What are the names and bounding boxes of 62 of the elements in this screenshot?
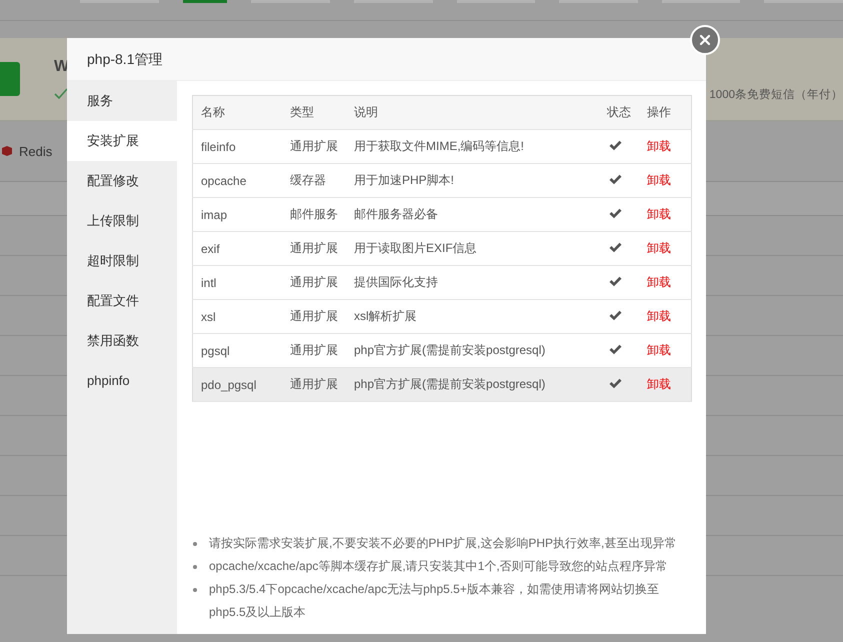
dialog-title: php-8.1管理	[67, 38, 706, 81]
uninstall-link[interactable]: 卸载	[647, 207, 671, 221]
sidebar-item[interactable]: phpinfo	[67, 361, 177, 401]
column-header: 操作	[639, 96, 692, 130]
table-row[interactable]: xsl 通用扩展 xsl解析扩展 卸载	[192, 300, 692, 334]
table-cell: 通用扩展	[282, 300, 346, 334]
table-cell: php官方扩展(需提前安装postgresql)	[346, 368, 599, 402]
app-label[interactable]: Redis	[19, 144, 52, 158]
sidebar-item[interactable]: 安装扩展	[67, 121, 177, 161]
table-cell: fileinfo	[192, 130, 282, 164]
uninstall-link[interactable]: 卸载	[647, 241, 671, 255]
table-row[interactable]: exif 通用扩展 用于读取图片EXIF信息 卸载	[192, 232, 692, 266]
table-cell: 邮件服务	[282, 198, 346, 232]
uninstall-link[interactable]: 卸载	[647, 139, 671, 153]
table-cell: opcache	[192, 164, 282, 198]
action-button[interactable]	[0, 62, 20, 96]
uninstall-link[interactable]: 卸载	[647, 343, 671, 357]
sidebar-item[interactable]: 服务	[67, 81, 177, 121]
sidebar-item[interactable]: 上传限制	[67, 201, 177, 241]
uninstall-link[interactable]: 卸载	[647, 309, 671, 323]
uninstall-link[interactable]: 卸载	[647, 173, 671, 187]
column-header: 名称	[192, 96, 282, 130]
sidebar-item[interactable]: 禁用函数	[67, 321, 177, 361]
table-cell: pdo_pgsql	[192, 368, 282, 402]
note-text: opcache/xcache/apc等脚本缓存扩展,请只安装其中1个,否则可能导致您的站点程序异常	[209, 558, 668, 575]
table-cell: 用于获取文件MIME,编码等信息!	[346, 130, 599, 164]
table-cell: 通用扩展	[282, 368, 346, 402]
table-cell: 提供国际化支持	[346, 266, 599, 300]
banner-note: 1000条免费短信（年付）	[709, 88, 843, 102]
sidebar-item[interactable]: 超时限制	[67, 241, 177, 281]
check-icon	[54, 88, 68, 100]
table-cell: xsl	[192, 300, 282, 334]
table-cell: 邮件服务器必备	[346, 198, 599, 232]
table-cell: 通用扩展	[282, 232, 346, 266]
column-header: 类型	[282, 96, 346, 130]
sidebar-item[interactable]: 配置修改	[67, 161, 177, 201]
uninstall-link[interactable]: 卸载	[647, 275, 671, 289]
column-header: 说明	[346, 96, 599, 130]
table-cell: 通用扩展	[282, 130, 346, 164]
bullet-icon	[193, 588, 197, 592]
table-cell: 缓存器	[282, 164, 346, 198]
table-row[interactable]: imap 邮件服务 邮件服务器必备 卸载	[192, 198, 692, 232]
close-button[interactable]	[690, 25, 720, 55]
sidebar-item[interactable]: 配置文件	[67, 281, 177, 321]
table-cell: xsl解析扩展	[346, 300, 599, 334]
table-cell: intl	[192, 266, 282, 300]
note-text: 请按实际需求安装扩展,不要安装不必要的PHP扩展,这会影响PHP执行效率,甚至出现异常	[209, 535, 676, 552]
table-cell: 用于加速PHP脚本!	[346, 164, 599, 198]
bullet-icon	[193, 565, 197, 569]
table-cell: 通用扩展	[282, 266, 346, 300]
table-row[interactable]: opcache 缓存器 用于加速PHP脚本! 卸载	[192, 164, 692, 198]
table-cell: 用于读取图片EXIF信息	[346, 232, 599, 266]
table-row[interactable]: fileinfo 通用扩展 用于获取文件MIME,编码等信息! 卸载	[192, 130, 692, 164]
bullet-icon	[193, 542, 197, 546]
table-row[interactable]: pdo_pgsql 通用扩展 php官方扩展(需提前安装postgresql) 卸载	[192, 368, 692, 402]
note-text: php5.3/5.4下opcache/xcache/apc无法与php5.5+版本兼容，如需使用请将网站切换至php5.5及以上版本	[209, 581, 660, 621]
table-cell: exif	[192, 232, 282, 266]
table-row[interactable]: intl 通用扩展 提供国际化支持 卸载	[192, 266, 692, 300]
column-header: 状态	[599, 96, 639, 130]
tab-shape[interactable]	[182, 0, 228, 3]
close-icon	[699, 34, 711, 46]
table-cell: imap	[192, 198, 282, 232]
